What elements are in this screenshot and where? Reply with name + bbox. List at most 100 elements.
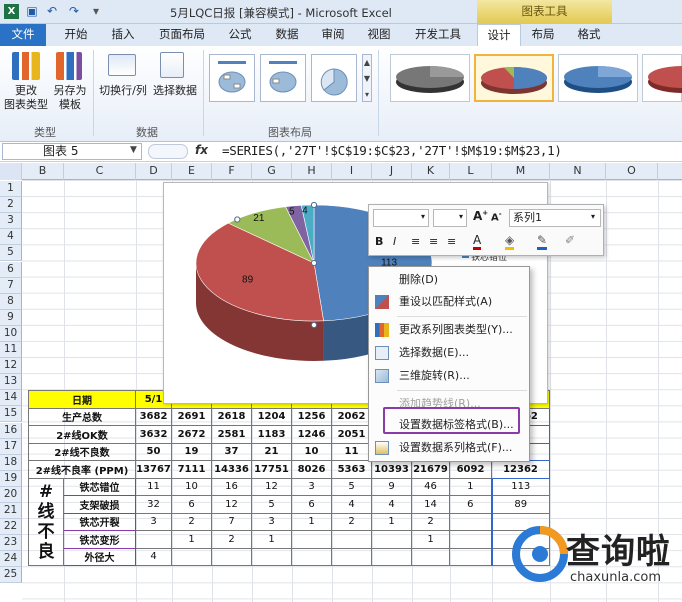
column-header-b[interactable]: B [22, 163, 64, 180]
table-cell[interactable]: 2672 [171, 425, 212, 444]
table-cell[interactable] [211, 547, 252, 566]
column-header-i[interactable]: I [332, 163, 372, 180]
table-cell[interactable]: 8026 [291, 460, 332, 479]
row-header-12[interactable]: 12 [0, 358, 22, 375]
table-cell[interactable]: 11 [135, 477, 172, 496]
table-cell[interactable]: 2691 [171, 407, 212, 426]
table-cell[interactable]: 1 [371, 512, 412, 531]
font-name-dropdown-icon[interactable]: ▾ [421, 212, 425, 221]
chart-style-thumb-2[interactable] [474, 54, 554, 102]
data-label[interactable]: 4 [302, 206, 308, 217]
table-cell[interactable]: 113 [490, 477, 550, 496]
defect-label[interactable]: 铁芯开裂 [63, 512, 136, 531]
table-cell[interactable]: 3682 [135, 407, 172, 426]
table-cell[interactable]: 14 [411, 495, 450, 514]
data-label[interactable]: 21 [253, 213, 265, 224]
chart-style-thumb-3[interactable] [558, 54, 638, 102]
row-header-2[interactable]: 2 [0, 197, 22, 214]
excel-logo-icon[interactable]: X [4, 4, 19, 19]
row-label[interactable]: 生产总数 [28, 407, 136, 426]
table-cell[interactable]: 1 [411, 530, 450, 549]
column-header-e[interactable]: E [172, 163, 212, 180]
select-all-corner[interactable] [0, 163, 22, 180]
selection-handle[interactable] [310, 321, 318, 329]
row-header-25[interactable]: 25 [0, 567, 22, 584]
row-header-7[interactable]: 7 [0, 277, 22, 294]
table-cell[interactable]: 3 [135, 512, 172, 531]
row-header-23[interactable]: 23 [0, 535, 22, 552]
table-cell[interactable]: 13767 [135, 460, 172, 479]
save-as-template-button[interactable]: 另存为 模板 [50, 84, 90, 112]
row-header-14[interactable]: 14 [0, 390, 22, 407]
italic-icon[interactable]: I [393, 235, 396, 248]
table-cell[interactable]: 12 [211, 495, 252, 514]
menu-item-format-data-series[interactable]: 设置数据系列格式(F)... [369, 437, 529, 459]
menu-item-reset-style[interactable]: 重设以匹配样式(A) [369, 291, 529, 313]
series-dropdown-icon[interactable]: ▾ [591, 212, 595, 221]
row-header-9[interactable]: 9 [0, 309, 22, 326]
row-label[interactable]: 2#线OK数 [28, 425, 136, 444]
row-header-5[interactable]: 5 [0, 245, 22, 262]
switch-row-column-button[interactable]: 切换行/列 [97, 84, 149, 98]
column-header-h[interactable]: H [292, 163, 332, 180]
table-cell[interactable]: 17751 [251, 460, 292, 479]
table-cell[interactable]: 10393 [371, 460, 412, 479]
table-cell[interactable]: 3 [291, 477, 332, 496]
selection-handle[interactable] [310, 201, 318, 209]
table-cell[interactable]: 3632 [135, 425, 172, 444]
tab-view[interactable]: 视图 [359, 24, 399, 46]
table-cell[interactable]: 2051 [331, 425, 372, 444]
format-painter-icon[interactable]: ✐ [565, 233, 575, 247]
table-cell[interactable] [449, 530, 492, 549]
tab-page-layout[interactable]: 页面布局 [152, 24, 212, 46]
row-header-17[interactable]: 17 [0, 438, 22, 455]
menu-item-select-data[interactable]: 选择数据(E)... [369, 342, 529, 364]
table-cell[interactable]: 1256 [291, 407, 332, 426]
column-header-f[interactable]: F [212, 163, 252, 180]
table-cell[interactable]: 19 [171, 442, 212, 461]
change-chart-type-button[interactable]: 更改 图表类型 [4, 84, 48, 112]
row-label[interactable]: 2#线不良数 [28, 442, 136, 461]
name-box[interactable]: 图表 5 [2, 143, 142, 160]
table-cell[interactable]: 4 [331, 495, 372, 514]
defect-label[interactable]: 铁芯变形 [63, 530, 136, 549]
table-cell[interactable] [331, 547, 372, 566]
table-cell[interactable]: 12362 [491, 460, 550, 479]
line-color-icon[interactable]: ✎ [537, 233, 548, 250]
table-cell[interactable] [251, 547, 292, 566]
table-cell[interactable]: 10 [291, 442, 332, 461]
table-cell[interactable]: 21 [251, 442, 292, 461]
tab-home[interactable]: 开始 [56, 24, 96, 46]
table-cell[interactable]: 5 [331, 477, 372, 496]
data-label[interactable]: 5 [289, 206, 295, 217]
formula-bar-resize-handle[interactable] [148, 144, 188, 159]
table-cell[interactable]: 2 [171, 512, 212, 531]
table-cell[interactable]: 4 [135, 547, 172, 566]
data-label[interactable]: 89 [242, 275, 254, 286]
column-header-n[interactable]: N [550, 163, 606, 180]
table-cell[interactable]: 2 [331, 512, 372, 531]
font-size-dropdown-icon[interactable]: ▾ [459, 212, 463, 221]
defect-label[interactable]: 支架破损 [63, 495, 136, 514]
bold-icon[interactable]: B [375, 235, 383, 248]
table-cell[interactable]: 9 [371, 477, 412, 496]
table-cell[interactable]: 5363 [331, 460, 372, 479]
menu-item-delete[interactable]: 删除(D) [369, 269, 529, 291]
table-cell[interactable]: 2618 [211, 407, 252, 426]
defect-label[interactable]: 铁芯错位 [63, 477, 136, 496]
table-cell[interactable] [291, 530, 332, 549]
tab-layout[interactable]: 布局 [523, 24, 563, 46]
header-date-label[interactable]: 日期 [28, 390, 136, 409]
table-cell[interactable]: 1204 [251, 407, 292, 426]
table-cell[interactable]: 6 [449, 495, 492, 514]
table-cell[interactable] [135, 530, 172, 549]
insert-function-icon[interactable]: fx [195, 143, 208, 157]
column-header-o[interactable]: O [606, 163, 658, 180]
table-cell[interactable]: 1183 [251, 425, 292, 444]
align-center-icon[interactable]: ≡ [429, 235, 438, 248]
undo-icon[interactable]: ↶ [45, 4, 59, 18]
grow-font-icon[interactable]: A+ [473, 209, 488, 223]
name-box-dropdown-icon[interactable]: ▼ [130, 145, 137, 155]
table-cell[interactable]: 2062 [331, 407, 372, 426]
table-cell[interactable]: 37 [211, 442, 252, 461]
